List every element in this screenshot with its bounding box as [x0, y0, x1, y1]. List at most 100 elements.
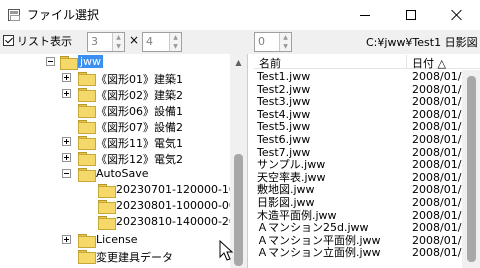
tree-item-label[interactable]: 《図形11》電気1 [96, 135, 183, 151]
file-name[interactable]: 木造平面例.jww [257, 209, 337, 222]
file-name[interactable]: Test2.jww [257, 83, 310, 96]
file-row[interactable]: Test2.jww 2008/01/01 [254, 83, 480, 96]
file-name[interactable]: Ａマンション平面例.jww [257, 234, 381, 247]
file-name[interactable]: Test7.jww [257, 146, 310, 159]
tree-item-autosave[interactable]: AutoSave [0, 166, 230, 182]
file-row[interactable]: 日影図.jww 2008/01/01 [254, 197, 480, 209]
tree-item-label[interactable]: 《図形06》設備1 [96, 103, 183, 119]
file-row[interactable]: Ａマンション立面例.jww 2008/01/01 [254, 247, 480, 259]
file-row[interactable]: 天空率表.jww 2008/01/01 [254, 171, 480, 184]
file-row[interactable]: Test4.jww 2008/01/01 [254, 108, 480, 121]
collapse-icon[interactable] [46, 57, 55, 66]
spin-up-icon[interactable]: ▲ [170, 33, 181, 42]
expand-icon[interactable] [62, 73, 71, 82]
folder-open-icon [78, 168, 96, 182]
tree-item-zukei11[interactable]: 《図形11》電気1 [0, 134, 230, 150]
expand-icon[interactable] [62, 137, 71, 146]
file-row[interactable]: 敷地図.jww 2008/01/01 [254, 184, 480, 196]
file-row[interactable]: Test3.jww 2008/01/01 [254, 96, 480, 108]
third-value[interactable]: 0 [258, 35, 265, 48]
column-divider[interactable] [406, 55, 407, 68]
tree-item-label[interactable]: jww [78, 55, 104, 68]
column-header-date[interactable]: 日付 △ [412, 55, 446, 71]
folder-icon [78, 120, 96, 134]
third-spinner[interactable]: 0 ▲ ▼ [254, 32, 292, 52]
tree-item-label[interactable]: 《図形01》建築1 [96, 71, 183, 87]
tree-item-backup-3[interactable]: 20230810-140000-200 [0, 214, 243, 230]
tree-item-license[interactable]: License [0, 232, 230, 248]
expand-icon[interactable] [62, 153, 71, 162]
file-name[interactable]: Test5.jww [257, 121, 310, 133]
folder-tree[interactable]: jww 《図形01》建築1 《図形02》建築2 《図形06》設備1 《図形07》… [0, 54, 248, 268]
tree-item-zukei06[interactable]: 《図形06》設備1 [0, 102, 230, 118]
file-row[interactable]: Test7.jww 2008/01/01 [254, 146, 480, 159]
file-list-scrollbar[interactable] [462, 70, 480, 268]
expand-icon[interactable] [62, 89, 71, 98]
collapse-icon[interactable] [62, 169, 71, 178]
rows-value[interactable]: 4 [146, 35, 153, 48]
tree-item-zukei12[interactable]: 《図形12》電気2 [0, 150, 230, 166]
list-display-checkbox[interactable] [3, 35, 14, 46]
tree-item-label[interactable]: 20230701-120000-100 [116, 183, 243, 196]
file-row[interactable]: Ａマンション平面例.jww 2008/01/01 [254, 234, 480, 247]
file-name[interactable]: 日影図.jww [257, 197, 315, 209]
tree-item-zukei02[interactable]: 《図形02》建築2 [0, 86, 230, 102]
file-name[interactable]: サンプル.jww [257, 159, 325, 171]
tree-item-backup-2[interactable]: 20230801-100000-000 [0, 198, 243, 214]
file-name[interactable]: Test4.jww [257, 108, 310, 121]
tree-item-label[interactable]: 《図形02》建築2 [96, 87, 183, 103]
tree-item-backup-1[interactable]: 20230701-120000-100 [0, 182, 243, 198]
column-header-name[interactable]: 名前 [259, 55, 281, 71]
file-row[interactable]: Ａマンション25d.jww 2008/01/01 [254, 222, 480, 234]
file-list-scroll-thumb[interactable] [467, 76, 476, 262]
title-bar[interactable]: ファイル選択 [0, 0, 480, 30]
file-name[interactable]: Ａマンション25d.jww [257, 222, 369, 234]
tree-scroll-thumb[interactable] [234, 154, 243, 266]
file-list[interactable]: 名前 日付 △ Test1.jww 2008/01/01 Test2.jww 2008… [254, 54, 480, 268]
file-row[interactable]: Test6.jww 2008/01/01 [254, 134, 480, 146]
file-row[interactable]: 木造平面例.jww 2008/01/01 [254, 209, 480, 222]
minimize-button[interactable] [342, 0, 388, 30]
columns-spinner[interactable]: 3 ▲ ▼ [87, 32, 125, 52]
file-row[interactable]: Test1.jww 2008/01/01 [254, 71, 480, 83]
file-row[interactable]: Test5.jww 2008/01/01 [254, 121, 480, 133]
third-spinner-arrows[interactable]: ▲ ▼ [279, 33, 291, 51]
file-name[interactable]: 天空率表.jww [257, 171, 326, 184]
tree-item-tategu[interactable]: 変更建具データ [0, 248, 230, 264]
columns-value[interactable]: 3 [91, 35, 98, 48]
folder-icon [78, 136, 96, 150]
file-row[interactable]: サンプル.jww 2008/01/01 [254, 159, 480, 171]
tree-scrollbar[interactable]: ▲ [230, 54, 247, 268]
tree-item-label[interactable]: License [96, 233, 137, 246]
tree-item-label[interactable]: AutoSave [96, 167, 149, 180]
rows-spinner-arrows[interactable]: ▲ ▼ [169, 33, 181, 51]
tree-item-label[interactable]: 《図形07》設備2 [96, 119, 183, 135]
tree-item-label[interactable]: 変更建具データ [96, 249, 173, 265]
rows-spinner[interactable]: 4 ▲ ▼ [142, 32, 182, 52]
file-name[interactable]: Test1.jww [257, 71, 310, 83]
tree-item-jww[interactable]: jww [0, 54, 230, 70]
columns-spinner-arrows[interactable]: ▲ ▼ [112, 33, 124, 51]
spin-up-icon[interactable]: ▲ [280, 33, 291, 42]
close-icon [451, 9, 463, 21]
folder-icon [98, 184, 116, 198]
tree-item-label[interactable]: 20230810-140000-200 [116, 215, 243, 228]
file-name[interactable]: Ａマンション立面例.jww [257, 247, 381, 259]
file-name[interactable]: Test6.jww [257, 134, 310, 146]
maximize-button[interactable] [388, 0, 434, 30]
tree-item-zukei01[interactable]: 《図形01》建築1 [0, 70, 230, 86]
file-name[interactable]: Test3.jww [257, 96, 310, 108]
file-name[interactable]: 敷地図.jww [257, 184, 315, 196]
expand-icon[interactable] [62, 235, 71, 244]
tree-item-zukei07[interactable]: 《図形07》設備2 [0, 118, 230, 134]
spin-up-icon[interactable]: ▲ [113, 33, 124, 42]
scroll-up-icon[interactable]: ▲ [230, 54, 247, 71]
close-button[interactable] [434, 0, 480, 30]
spin-down-icon[interactable]: ▼ [113, 42, 124, 51]
current-path: C:¥jww¥Test1 日影図 [366, 36, 478, 49]
tree-item-label[interactable]: 20230801-100000-000 [116, 199, 243, 212]
spin-down-icon[interactable]: ▼ [280, 42, 291, 51]
list-display-label[interactable]: リスト表示 [17, 33, 72, 49]
spin-down-icon[interactable]: ▼ [170, 42, 181, 51]
tree-item-label[interactable]: 《図形12》電気2 [96, 151, 183, 167]
